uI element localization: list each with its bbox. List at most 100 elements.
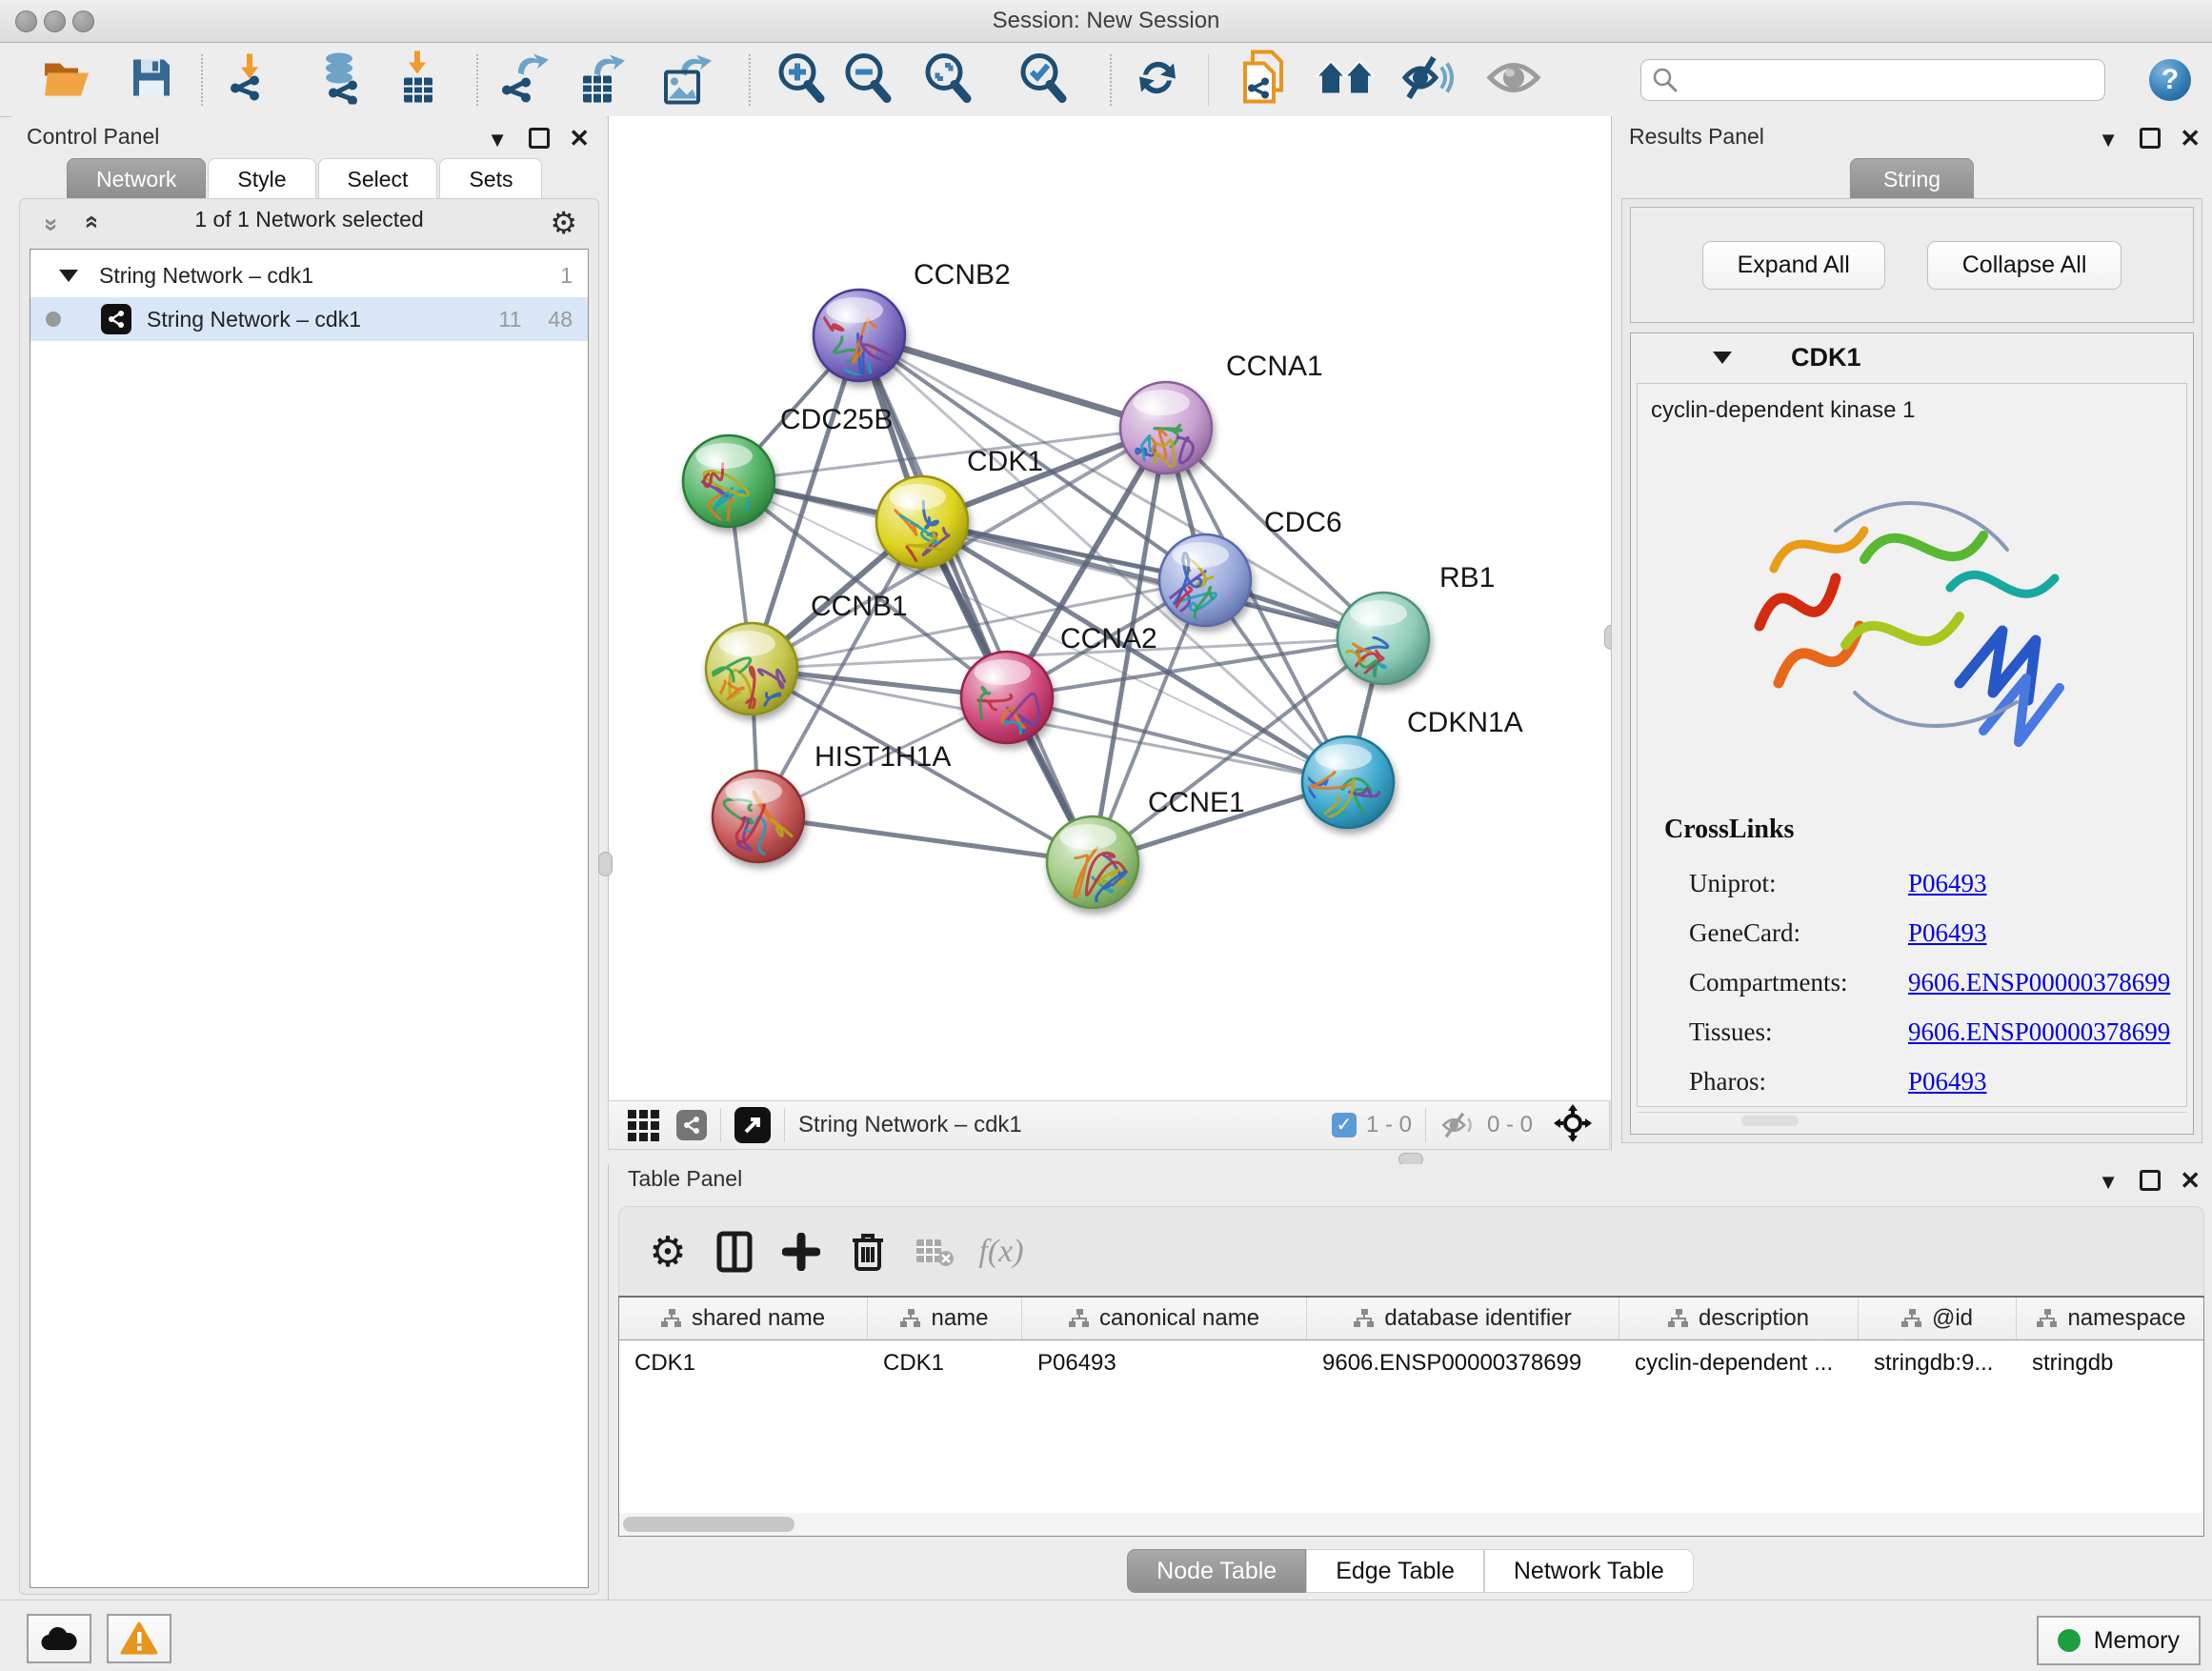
node-CDKN1A[interactable]: CDKN1A: [1296, 707, 1523, 828]
import-network-from-database-button[interactable]: [312, 50, 366, 109]
column-header--id[interactable]: @id: [1859, 1298, 2017, 1339]
refresh-button[interactable]: [1134, 53, 1181, 106]
node-CDC6[interactable]: CDC6: [1149, 507, 1342, 626]
search-field[interactable]: [1640, 59, 2105, 101]
column-label: namespace: [2067, 1305, 2185, 1332]
protein-structure-image: [1721, 445, 2102, 802]
collapse-all-button[interactable]: Collapse All: [1927, 241, 2122, 290]
cell-shared-name[interactable]: CDK1: [619, 1350, 868, 1377]
crosslink-link[interactable]: 9606.ENSP00000378699: [1908, 968, 2170, 997]
save-session-button[interactable]: [130, 55, 173, 104]
tab-edge-table[interactable]: Edge Table: [1306, 1549, 1484, 1593]
delete-column-trash-icon[interactable]: [835, 1231, 901, 1273]
control-panel-float-button[interactable]: [529, 128, 550, 149]
clone-network-button[interactable]: [1239, 50, 1289, 110]
edge-CCNB2-CCNA1[interactable]: [859, 335, 1166, 428]
cdk1-result-card: CDK1 cyclin-dependent kinase 1: [1630, 332, 2194, 1135]
node-CCNB1[interactable]: CCNB1: [706, 591, 908, 715]
column-header-name[interactable]: name: [868, 1298, 1022, 1339]
grid-view-icon[interactable]: [628, 1110, 659, 1141]
tab-network[interactable]: Network: [67, 158, 206, 198]
import-network-button[interactable]: [224, 51, 275, 108]
function-builder-icon[interactable]: f(x): [968, 1234, 1035, 1270]
node-HIST1H1A[interactable]: HIST1H1A: [713, 741, 951, 862]
warnings-button[interactable]: [107, 1614, 171, 1663]
export-table-button[interactable]: [579, 50, 627, 109]
control-panel-menu-button[interactable]: ▼: [487, 128, 508, 152]
string-view-icon[interactable]: [676, 1110, 707, 1140]
string-network-graph[interactable]: CCNB2CCNA1CDC25BCDK1CDC6RB1CCNB1CCNA2CDK…: [609, 116, 1611, 1100]
delete-table-icon[interactable]: [901, 1236, 968, 1268]
edge-HIST1H1A-CCNE1[interactable]: [758, 816, 1093, 862]
cell--id[interactable]: stringdb:9...: [1859, 1350, 2017, 1377]
crosslink-link[interactable]: P06493: [1908, 1067, 1987, 1097]
collapse-collection-icon[interactable]: [59, 270, 78, 282]
node-RB1[interactable]: RB1: [1337, 562, 1495, 695]
tab-style[interactable]: Style: [208, 158, 315, 198]
tab-node-table[interactable]: Node Table: [1127, 1549, 1306, 1593]
node-CCNA1[interactable]: CCNA1: [1120, 351, 1323, 479]
tab-select[interactable]: Select: [318, 158, 438, 198]
cell-canonical-name[interactable]: P06493: [1022, 1350, 1307, 1377]
expand-all-button[interactable]: Expand All: [1702, 241, 1885, 290]
table-panel-menu-button[interactable]: ▼: [2098, 1170, 2119, 1195]
tab-string[interactable]: String: [1850, 158, 1974, 200]
memory-button[interactable]: Memory: [2037, 1616, 2201, 1665]
results-panel-float-button[interactable]: [2140, 128, 2161, 149]
crosslink-link[interactable]: 9606.ENSP00000378699: [1908, 1017, 2170, 1047]
column-header-namespace[interactable]: namespace: [2017, 1298, 2204, 1339]
search-input[interactable]: [1685, 67, 2104, 93]
export-network-button[interactable]: [499, 51, 551, 108]
zoom-fit-button[interactable]: [921, 50, 975, 109]
export-image-button[interactable]: [662, 50, 714, 109]
show-columns-icon[interactable]: [701, 1231, 768, 1273]
node-table[interactable]: shared namenamecanonical namedatabase id…: [618, 1296, 2204, 1537]
cdk1-card-header[interactable]: CDK1: [1631, 333, 2193, 381]
column-header-canonical-name[interactable]: canonical name: [1022, 1298, 1307, 1339]
table-horizontal-scrollbar[interactable]: [619, 1513, 2203, 1536]
table-panel-float-button[interactable]: [2140, 1170, 2161, 1191]
scrollbar-thumb[interactable]: [623, 1517, 794, 1532]
crosslink-label: Pharos:: [1689, 1067, 1908, 1097]
zoom-out-button[interactable]: [841, 50, 895, 109]
cell-description[interactable]: cyclin-dependent ...: [1619, 1350, 1859, 1377]
create-column-plus-icon[interactable]: [768, 1233, 835, 1271]
cloud-services-button[interactable]: [27, 1614, 91, 1663]
control-panel-close-button[interactable]: ✕: [569, 124, 590, 153]
network-options-gear-icon[interactable]: ⚙: [550, 205, 577, 241]
results-scrollbar[interactable]: [1637, 1112, 2187, 1130]
table-row[interactable]: CDK1CDK1P064939606.ENSP00000378699cyclin…: [619, 1340, 2203, 1386]
string-home-button[interactable]: [1316, 56, 1375, 103]
tab-sets[interactable]: Sets: [439, 158, 542, 198]
crosslink-link[interactable]: P06493: [1908, 918, 1987, 948]
zoom-in-button[interactable]: [774, 50, 828, 109]
crosslink-label: Compartments:: [1689, 968, 1908, 997]
cell-namespace[interactable]: stringdb: [2017, 1350, 2204, 1377]
import-table-button[interactable]: [396, 50, 438, 109]
results-panel-menu-button[interactable]: ▼: [2098, 128, 2119, 152]
crosslink-link[interactable]: P06493: [1908, 869, 1987, 898]
help-button[interactable]: ?: [2149, 59, 2191, 101]
network-view-canvas[interactable]: CCNB2CCNA1CDC25BCDK1CDC6RB1CCNB1CCNA2CDK…: [608, 116, 1612, 1100]
pan-crosshair-icon[interactable]: [1554, 1104, 1592, 1147]
column-header-description[interactable]: description: [1619, 1298, 1859, 1339]
hide-glass-button[interactable]: [1401, 55, 1457, 104]
selected-count-checkbox-icon[interactable]: ✓: [1332, 1113, 1357, 1137]
tab-network-table[interactable]: Network Table: [1484, 1549, 1694, 1593]
collapse-entry-icon[interactable]: [1713, 352, 1732, 364]
column-header-database-identifier[interactable]: database identifier: [1307, 1298, 1619, 1339]
open-session-button[interactable]: [42, 55, 91, 104]
column-header-shared-name[interactable]: shared name: [619, 1298, 868, 1339]
network-row[interactable]: String Network – cdk1 11 48: [30, 297, 588, 341]
network-collection-row[interactable]: String Network – cdk1 1: [30, 253, 588, 297]
table-panel-close-button[interactable]: ✕: [2180, 1166, 2201, 1196]
cell-database-identifier[interactable]: 9606.ENSP00000378699: [1307, 1350, 1619, 1377]
zoom-selected-button[interactable]: [1016, 50, 1070, 109]
table-options-gear-icon[interactable]: ⚙: [634, 1228, 701, 1277]
birdseye-view-button[interactable]: [734, 1107, 771, 1143]
show-glass-button[interactable]: [1486, 56, 1541, 103]
results-panel-close-button[interactable]: ✕: [2180, 124, 2201, 153]
cell-name[interactable]: CDK1: [868, 1350, 1022, 1377]
left-divider-handle[interactable]: [598, 852, 613, 876]
crosslink-row: Uniprot:P06493: [1689, 858, 2171, 908]
